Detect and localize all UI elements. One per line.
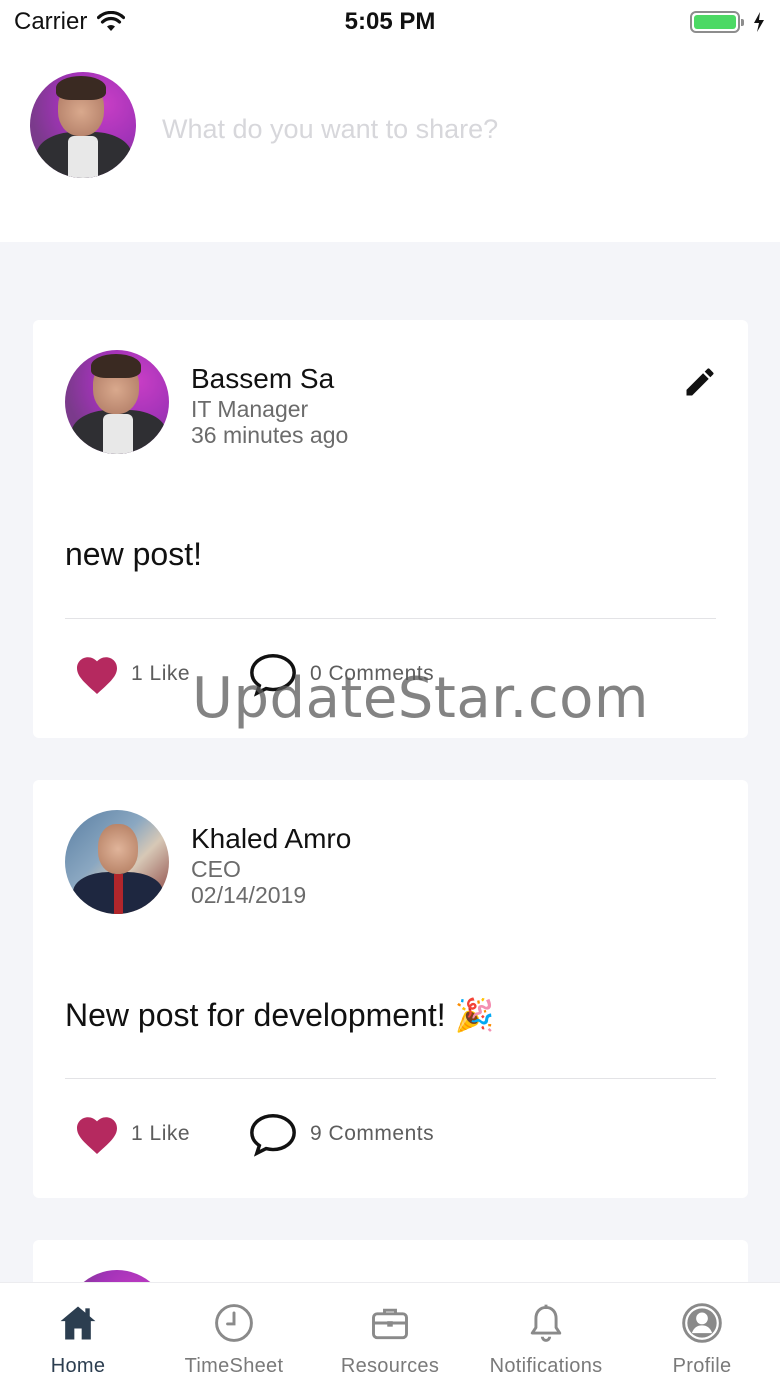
like-button[interactable]: 1 Like bbox=[73, 652, 190, 696]
post-card: Bassem Sa IT Manager 36 minutes ago new … bbox=[33, 320, 748, 738]
author-role: IT Manager bbox=[191, 396, 309, 422]
edit-pencil-icon[interactable] bbox=[682, 364, 718, 400]
home-icon bbox=[60, 1306, 96, 1340]
comment-count: 9 Comments bbox=[310, 1122, 435, 1145]
tab-label: Notifications bbox=[489, 1355, 603, 1377]
author-avatar[interactable] bbox=[65, 350, 169, 454]
tab-timesheet[interactable]: TimeSheet bbox=[156, 1283, 312, 1387]
post-composer: What do you want to share? bbox=[0, 44, 780, 242]
clock-icon bbox=[215, 1304, 253, 1342]
charging-bolt-icon bbox=[754, 12, 764, 32]
battery-icon bbox=[690, 11, 744, 33]
tab-resources[interactable]: Resources bbox=[312, 1283, 468, 1387]
tab-label: TimeSheet bbox=[184, 1355, 284, 1377]
post-text: new post! bbox=[65, 536, 202, 572]
comment-bubble-icon bbox=[250, 653, 296, 697]
app-screen: Carrier 5:05 PM What do you want to shar… bbox=[0, 0, 780, 1387]
status-bar: Carrier 5:05 PM bbox=[0, 0, 780, 44]
author-name[interactable]: Bassem Sa bbox=[191, 362, 348, 396]
author-name[interactable]: Khaled Amro bbox=[191, 822, 351, 856]
author-avatar[interactable] bbox=[65, 810, 169, 914]
author-role: CEO bbox=[191, 856, 241, 882]
bell-icon bbox=[530, 1304, 562, 1342]
tab-notifications[interactable]: Notifications bbox=[468, 1283, 624, 1387]
like-button[interactable]: 1 Like bbox=[73, 1112, 190, 1156]
share-input[interactable]: What do you want to share? bbox=[162, 114, 498, 145]
tab-label: Home bbox=[50, 1355, 106, 1377]
post-timestamp: 36 minutes ago bbox=[191, 422, 349, 448]
post-card: Khaled Amro CEO 02/14/2019 New post for … bbox=[33, 780, 748, 1198]
carrier-label: Carrier bbox=[14, 8, 88, 35]
comments-button[interactable]: 0 Comments bbox=[248, 650, 434, 698]
comment-bubble-icon bbox=[250, 1113, 296, 1157]
like-count: 1 Like bbox=[131, 662, 191, 685]
user-circle-icon bbox=[682, 1303, 722, 1343]
heart-icon bbox=[77, 1117, 117, 1154]
post-timestamp: 02/14/2019 bbox=[191, 882, 307, 908]
like-count: 1 Like bbox=[131, 1122, 191, 1145]
comments-button[interactable]: 9 Comments bbox=[248, 1110, 434, 1158]
comment-count: 0 Comments bbox=[310, 662, 435, 685]
tab-home[interactable]: Home bbox=[0, 1283, 156, 1387]
tab-label: Profile bbox=[672, 1355, 732, 1377]
wifi-icon bbox=[97, 11, 126, 31]
briefcase-icon bbox=[372, 1308, 408, 1340]
bottom-tab-bar: Home TimeSheet Resources Notifications P… bbox=[0, 1282, 780, 1387]
tab-profile[interactable]: Profile bbox=[624, 1283, 780, 1387]
divider bbox=[65, 1078, 716, 1079]
tab-label: Resources bbox=[340, 1355, 440, 1377]
post-text: New post for development! 🎉 bbox=[65, 997, 495, 1033]
heart-icon bbox=[77, 657, 117, 694]
divider bbox=[65, 618, 716, 619]
current-user-avatar[interactable] bbox=[30, 72, 136, 178]
